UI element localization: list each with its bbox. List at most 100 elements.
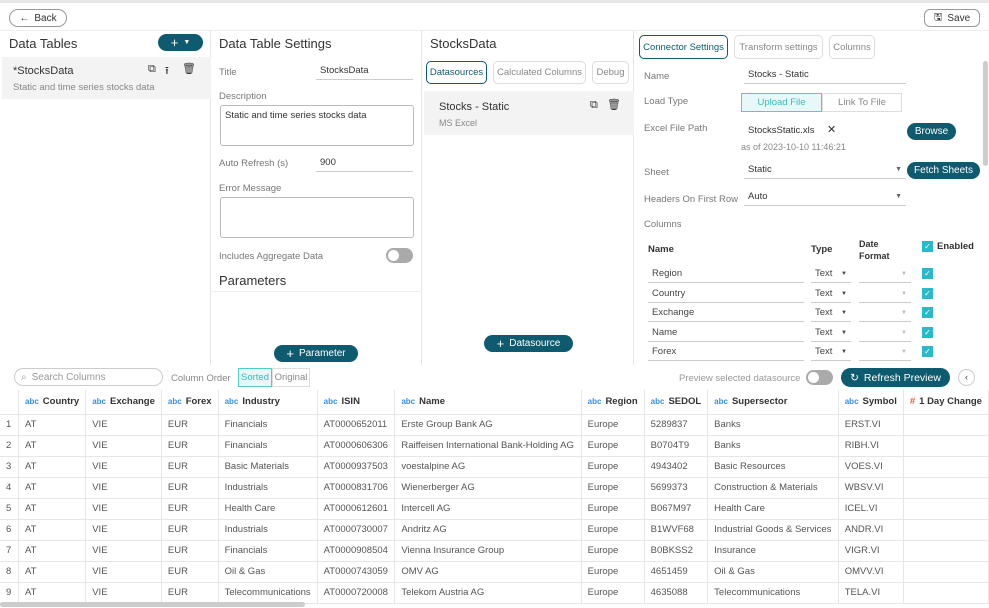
tab-connector-settings[interactable]: Connector Settings	[639, 35, 728, 59]
row-number: 8	[0, 561, 19, 583]
tab-transform-settings[interactable]: Transform settings	[734, 35, 823, 59]
enable-all-checkbox[interactable]: ✓	[922, 241, 933, 252]
column-name-input[interactable]: Region	[648, 267, 804, 283]
table-cell: VIE	[85, 561, 162, 583]
column-name-input[interactable]: Name	[648, 326, 804, 342]
table-row: 2 AT VIE EUR Financials AT0000606306 Raiffeise…	[0, 435, 989, 457]
connector-panel: Connector Settings Transform settings Co…	[634, 31, 989, 365]
search-columns-input[interactable]: ⌕ Search Columns	[14, 368, 163, 386]
column-name-input[interactable]: Country	[648, 287, 804, 303]
upload-file-option[interactable]: Upload File	[741, 93, 822, 112]
table-cell: Telekom Austria AG	[394, 582, 582, 604]
tab-columns[interactable]: Columns	[829, 35, 875, 59]
trash-icon[interactable]: 🗑	[182, 62, 196, 75]
preview-selected-toggle[interactable]	[806, 370, 833, 385]
column-header[interactable]: abc Symbol	[838, 390, 904, 415]
title-input[interactable]: StocksData	[316, 64, 413, 80]
table-cell: VIE	[85, 456, 162, 478]
date-format-select[interactable]: ▼	[859, 267, 911, 283]
data-table-item[interactable]: *StocksData Static and time series stock…	[2, 57, 211, 99]
aggregate-toggle[interactable]	[386, 248, 413, 263]
row-number: 1	[0, 414, 19, 436]
text-type-icon: abc	[844, 397, 859, 407]
column-header[interactable]: abc Country	[18, 390, 87, 415]
copy-icon[interactable]: ⧉	[590, 99, 598, 112]
column-header[interactable]: abc ISIN	[317, 390, 396, 415]
text-type-icon: abc	[92, 397, 107, 407]
save-button[interactable]: 🖫 Save	[924, 9, 980, 27]
collapse-icon[interactable]: ‹	[958, 369, 975, 386]
tab-calculated-columns[interactable]: Calculated Columns	[493, 61, 586, 84]
enabled-checkbox[interactable]: ✓	[922, 307, 933, 318]
column-header[interactable]: abc Exchange	[85, 390, 162, 415]
table-row: 8 AT VIE EUR Oil & Gas AT0000743059 OMV AG Euro…	[0, 561, 989, 583]
link-to-file-option[interactable]: Link To File	[822, 93, 902, 112]
copy-icon[interactable]: ⧉	[148, 63, 156, 76]
upload-icon[interactable]: ⭱	[165, 62, 169, 81]
table-cell: Health Care	[707, 498, 839, 520]
column-header[interactable]: abc Name	[394, 390, 582, 415]
table-cell: 5289837	[644, 414, 709, 436]
data-table-name: *StocksData	[13, 65, 74, 77]
sorted-option[interactable]: Sorted	[238, 368, 272, 387]
add-data-table-button[interactable]: + ▼	[158, 34, 203, 51]
original-option[interactable]: Original	[272, 368, 310, 387]
date-format-select[interactable]: ▼	[859, 306, 911, 322]
column-header[interactable]: abc Industry	[218, 390, 318, 415]
datasource-item[interactable]: Stocks - Static MS Excel ⧉ 🗑	[424, 91, 634, 135]
text-type-icon: abc	[167, 397, 182, 407]
column-type-select[interactable]: Text ▼	[811, 306, 851, 322]
enabled-checkbox[interactable]: ✓	[922, 326, 933, 338]
column-name-input[interactable]: Forex	[648, 345, 804, 361]
enabled-checkbox[interactable]: ✓	[922, 268, 933, 279]
horizontal-scrollbar[interactable]	[0, 602, 305, 607]
column-type-select[interactable]: Text ▼	[811, 267, 851, 283]
table-cell: 4651459	[644, 561, 709, 583]
top-bar: ← Back 🖫 Save	[0, 0, 989, 31]
tab-datasources[interactable]: Datasources	[426, 61, 487, 84]
chevron-down-icon: ▼	[841, 271, 847, 277]
table-cell: EUR	[161, 456, 219, 478]
name-input[interactable]: Stocks - Static	[744, 68, 906, 84]
trash-icon[interactable]: 🗑	[607, 98, 621, 111]
table-cell: AT	[18, 456, 87, 478]
table-cell: VIE	[85, 477, 162, 499]
enabled-checkbox[interactable]: ✓	[922, 346, 933, 357]
add-parameter-button[interactable]: + Parameter	[274, 345, 358, 362]
error-message-textarea[interactable]	[220, 197, 414, 238]
date-format-select[interactable]: ▼	[859, 326, 911, 342]
column-name-input[interactable]: Exchange	[648, 306, 804, 322]
table-cell: ERST.VI	[838, 414, 904, 436]
description-textarea[interactable]: Static and time series stocks data	[220, 105, 414, 146]
date-format-select[interactable]: ▼	[859, 345, 911, 361]
table-cell: Europe	[581, 414, 645, 436]
date-format-select[interactable]: ▼	[859, 287, 911, 303]
back-button[interactable]: ← Back	[9, 9, 67, 27]
number-type-icon: #	[909, 396, 916, 408]
column-header[interactable]: abc Supersector	[707, 390, 839, 415]
column-header[interactable]: abc Region	[581, 390, 645, 415]
column-type-select[interactable]: Text ▼	[811, 326, 851, 342]
tab-debug[interactable]: Debug	[592, 61, 629, 84]
text-type-icon: abc	[25, 397, 39, 407]
column-header[interactable]: #1 Day Change	[903, 390, 989, 415]
column-header[interactable]: abc Forex	[161, 390, 219, 415]
sheet-select[interactable]: Static ▼	[744, 163, 906, 179]
browse-button[interactable]: Browse	[907, 123, 956, 140]
table-cell: AT	[18, 519, 87, 541]
close-icon[interactable]: ✕	[827, 123, 836, 136]
scrollbar[interactable]	[983, 61, 988, 166]
column-header[interactable]: abc SEDOL	[644, 390, 709, 415]
column-type-select[interactable]: Text ▼	[811, 287, 851, 303]
add-datasource-button[interactable]: + Datasource	[484, 335, 573, 352]
fetch-sheets-button[interactable]: Fetch Sheets	[907, 162, 980, 179]
table-cell	[903, 582, 989, 604]
headers-select[interactable]: Auto ▼	[744, 190, 906, 206]
enabled-checkbox[interactable]: ✓	[922, 287, 933, 299]
chevron-down-icon: ▼	[841, 329, 847, 336]
table-cell: VIE	[85, 582, 162, 604]
auto-refresh-input[interactable]: 900	[316, 156, 413, 172]
column-type-select[interactable]: Text ▼	[811, 345, 851, 361]
col-header-date: Date	[859, 239, 879, 249]
refresh-preview-button[interactable]: ↻ Refresh Preview	[841, 368, 950, 387]
